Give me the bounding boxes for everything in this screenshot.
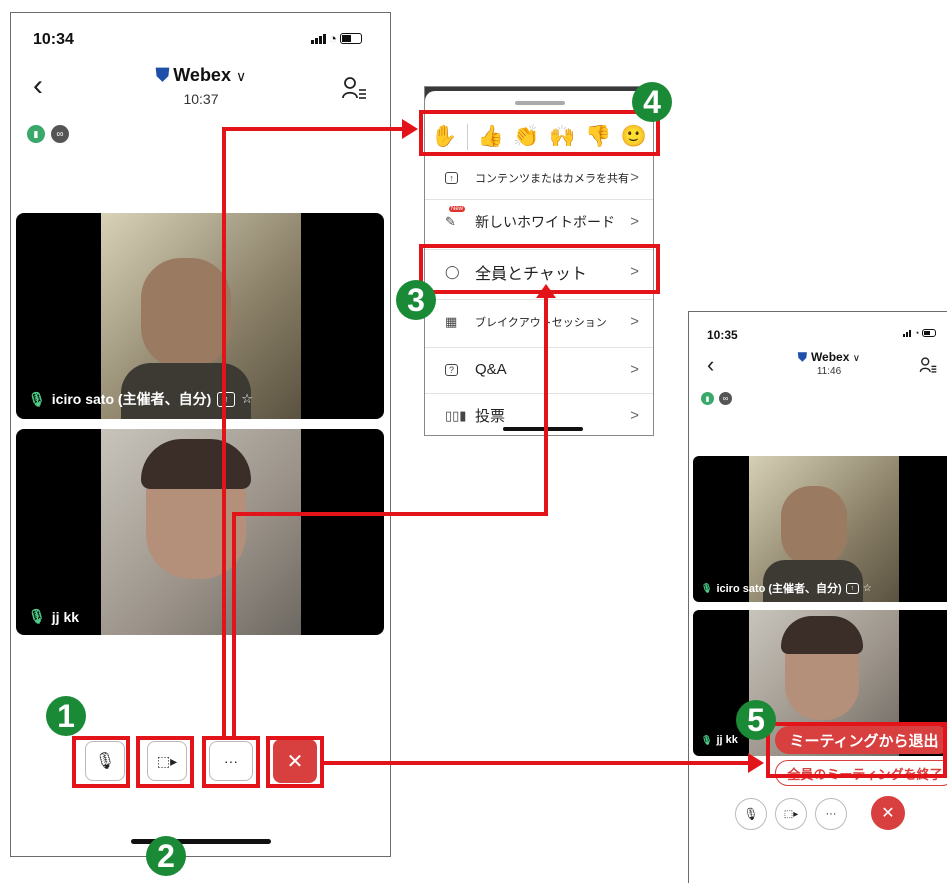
video-tile-participant[interactable]: 🎙 jj kk (16, 429, 384, 635)
chevron-right-icon: > (630, 313, 639, 330)
highlight-end (266, 736, 324, 788)
status-icons: ◔ (311, 31, 362, 46)
mic-icon: 🎙 (701, 582, 713, 593)
more-icon: ··· (825, 808, 837, 820)
wifi-icon: ◔ (329, 31, 337, 46)
status-time: 10:35 (707, 328, 738, 342)
participants-icon[interactable] (341, 75, 367, 101)
mic-icon: 🎙 (701, 734, 713, 745)
menu-item-share[interactable]: ↑ コンテンツまたはカメラを共有 > (425, 155, 653, 199)
pin-icon[interactable]: ☆ (863, 583, 872, 594)
step-badge-3: 3 (396, 280, 436, 320)
link-icon[interactable]: ∞ (51, 125, 69, 143)
participant-label: 🎙 iciro sato (主催者、自分) ↑ ☆ (28, 390, 253, 408)
back-chevron-icon[interactable]: ‹ (33, 69, 43, 103)
signal-icon (903, 329, 911, 337)
new-badge: New (449, 206, 466, 212)
meeting-time: 10:37 (183, 91, 219, 107)
mic-icon: 🎙 (28, 608, 46, 624)
arrow-right-icon (402, 119, 418, 139)
mic-icon: 🎙 (28, 390, 46, 407)
link-icon[interactable]: ∞ (719, 392, 732, 405)
poll-bars-icon: ▯▯▮ (445, 407, 467, 423)
status-icons: ◔ (903, 328, 937, 338)
breakout-grid-icon: ▦ (445, 313, 458, 329)
connector-line (222, 127, 404, 131)
battery-icon (339, 33, 362, 44)
video-tile-host[interactable]: 🎙 iciro sato (主催者、自分) ↑ ☆ (16, 213, 384, 419)
chevron-right-icon: > (630, 169, 639, 186)
back-chevron-icon[interactable]: ‹ (707, 352, 714, 378)
more-options-button[interactable]: ··· (815, 798, 847, 830)
mute-button[interactable]: 🎙 (735, 798, 767, 830)
video-feed (101, 429, 301, 635)
chevron-right-icon: > (630, 407, 639, 424)
connector-line (232, 512, 236, 738)
wifi-icon: ◔ (914, 328, 920, 338)
status-time: 10:34 (33, 31, 74, 48)
video-button[interactable]: ⬚▸ (775, 798, 807, 830)
qa-icon: ? (445, 363, 463, 376)
chevron-right-icon: > (630, 361, 639, 378)
meeting-time: 11:46 (816, 366, 842, 377)
whiteboard-pen-icon: ✎ (445, 213, 456, 229)
video-tile-host[interactable]: 🎙 iciro sato (主催者、自分) ↑ ☆ (693, 456, 947, 602)
meeting-title[interactable]: ⛊ Webex ∨ (749, 350, 909, 365)
share-up-icon: ↑ (845, 582, 859, 594)
camera-icon: ⬚▸ (783, 808, 799, 820)
chevron-right-icon: > (630, 213, 639, 230)
step-badge-4: 4 (632, 82, 672, 122)
participant-label: 🎙 iciro sato (主催者、自分) ↑ ☆ (701, 582, 872, 595)
connector-line (232, 512, 548, 516)
meeting-title[interactable]: ⛊ Webex ∨ (111, 65, 291, 86)
meeting-screen-end: 10:35 ◔ ‹ ⛊ Webex ∨ 11:46 ▮ ∞ 🎙 iciro sat… (688, 311, 947, 883)
microphone-icon: 🎙 (743, 807, 759, 821)
participants-icon[interactable] (919, 356, 937, 374)
highlight-leave (766, 722, 947, 778)
share-up-icon: ↑ (445, 171, 463, 184)
step-badge-5: 5 (736, 700, 776, 740)
highlight-video (136, 736, 194, 788)
step-badge-1: 1 (46, 696, 86, 736)
highlight-more (202, 736, 260, 788)
signal-icon (311, 33, 326, 44)
participant-label: 🎙 jj kk (28, 608, 80, 625)
menu-item-whiteboard[interactable]: ✎ New 新しいホワイトボード > (425, 199, 653, 243)
connector-line (544, 296, 548, 516)
share-up-icon: ↑ (217, 391, 236, 407)
pin-icon[interactable]: ☆ (241, 391, 253, 407)
battery-icon (922, 329, 937, 337)
shield-icon: ⛊ (797, 350, 807, 364)
highlight-mute (72, 736, 130, 788)
sheet-grabber[interactable] (515, 101, 565, 105)
participant-label: 🎙 jj kk (701, 734, 738, 746)
connector-line (222, 127, 226, 738)
chevron-down-icon: ∨ (852, 353, 861, 364)
end-call-button[interactable]: ✕ (871, 796, 905, 830)
highlight-reactions (419, 110, 660, 156)
arrow-up-icon (536, 284, 556, 298)
step-badge-2: 2 (146, 836, 186, 876)
shield-icon: ⛊ (155, 65, 170, 85)
menu-item-qa[interactable]: ? Q&A > (425, 347, 653, 391)
menu-item-breakout[interactable]: ▦ ブレイクアウトセッション > (425, 299, 653, 343)
close-icon: ✕ (881, 805, 895, 822)
network-quality-icon[interactable]: ▮ (701, 392, 714, 405)
connector-line (324, 761, 750, 765)
chevron-down-icon: ∨ (235, 68, 247, 84)
arrow-right-icon (748, 753, 764, 773)
network-quality-icon[interactable]: ▮ (27, 125, 45, 143)
home-indicator (503, 427, 583, 431)
